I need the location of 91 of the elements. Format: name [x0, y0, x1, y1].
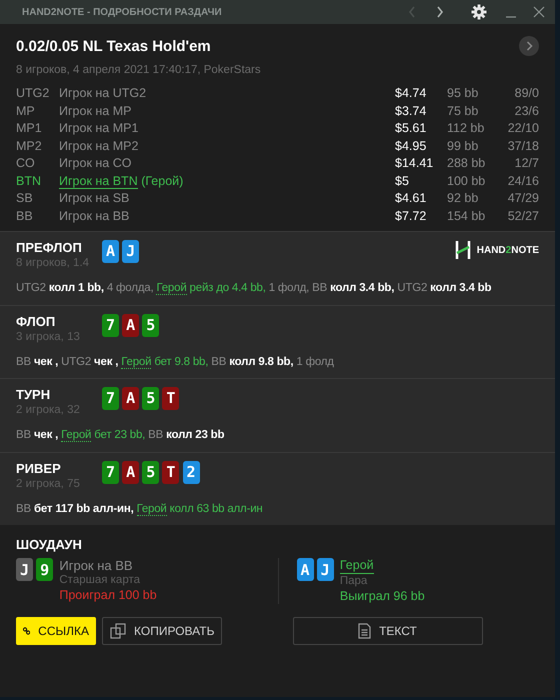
text-button[interactable]: ТЕКСТ: [292, 616, 482, 645]
hand-subtitle: 8 игроков, 4 апреля 2021 17:40:17, PokerStars: [16, 62, 261, 78]
stack-amount: $5: [395, 174, 409, 188]
action-line: BB чек , UTG2 чек , Герой бет 9.8 bb, BB колл 9.8 bb, 1 фолд: [16, 354, 335, 371]
player-name: Игрок на CO: [59, 156, 132, 170]
playing-card: A: [102, 240, 119, 264]
player-stats: 89/0: [514, 86, 539, 100]
stack-amount: $4.74: [395, 86, 426, 100]
playing-card: 7: [102, 387, 119, 410]
playing-card: J: [16, 558, 33, 582]
showdown-title: ШОУДАУН: [16, 537, 83, 552]
bb-amount: 95 bb: [447, 86, 478, 100]
player-name: Игрок на UTG2: [59, 86, 146, 100]
hero-link[interactable]: Герой: [121, 356, 152, 369]
player-stats: 52/27: [508, 208, 539, 223]
logo-icon: [454, 240, 471, 260]
position-label: BTN: [16, 172, 42, 190]
street-name: ПРЕФЛОП: [16, 240, 83, 256]
window-title: HAND2NOTE - ПОДРОБНОСТИ РАЗДАЧИ: [22, 6, 223, 20]
player-stats: 24/16: [508, 174, 539, 188]
stack-amount: $4.95: [395, 138, 426, 153]
logo-text: HAND2NOTE: [476, 244, 539, 258]
hand-rank: Пара: [340, 574, 368, 590]
copy-icon: [110, 622, 126, 639]
position-label: MP: [16, 102, 36, 120]
position-label: MP2: [16, 138, 43, 155]
player-name: Игрок на MP1: [59, 121, 138, 136]
bb-amount: 75 bb: [447, 104, 478, 118]
playing-card: T: [162, 460, 180, 484]
playing-card: A: [122, 314, 140, 337]
playing-card: 5: [142, 314, 160, 337]
playing-card: A: [122, 387, 140, 410]
result-text: Проиграл 100 bb: [59, 588, 157, 604]
hero-link[interactable]: Герой: [156, 282, 187, 296]
player-stats: 22/10: [508, 121, 539, 136]
stack-amount: $4.61: [395, 191, 426, 206]
playing-card: T: [162, 387, 180, 410]
player-stats: 23/6: [514, 104, 539, 118]
position-label: CO: [16, 155, 36, 172]
player-name: Игрок на SB: [59, 191, 130, 206]
hero-note: (Герой): [141, 174, 184, 188]
playing-card: 9: [36, 558, 54, 582]
copy-button[interactable]: КОПИРОВАТЬ: [102, 616, 222, 645]
stack-amount: $14.41: [395, 156, 434, 170]
stack-amount: $7.72: [395, 208, 426, 223]
bb-amount: 154 bb: [447, 208, 486, 223]
action-line: BB бет 117 bb алл-ин, Герой колл 63 bb алл-ин: [16, 502, 264, 518]
next-icon[interactable]: [519, 36, 539, 56]
action-line: BB чек , Герой бет 23 bb, BB колл 23 bb: [16, 428, 226, 444]
stack-amount: $3.74: [395, 104, 426, 118]
action-line: UTG2 колл 1 bb, 4 фолда, Герой рейз до 4.4 bb, 1 фолд, BB колл 3.4 bb, UTG2 колл 3.4 bb: [16, 281, 492, 298]
bb-amount: 100 bb: [447, 174, 486, 188]
player-link[interactable]: Игрок на BTN: [59, 174, 138, 189]
playing-card: A: [122, 460, 140, 484]
result-text: Выиграл 96 bb: [340, 589, 425, 604]
playing-card: 7: [102, 314, 119, 337]
close-icon[interactable]: [533, 6, 545, 18]
playing-card: A: [296, 558, 314, 582]
player-stats: 12/7: [514, 156, 539, 170]
street-name: ФЛОП: [16, 314, 56, 329]
document-icon: [358, 622, 372, 639]
position-label: MP1: [16, 120, 43, 138]
position-label: UTG2: [16, 85, 50, 102]
playing-card: 5: [142, 387, 160, 410]
settings-icon[interactable]: [470, 4, 486, 20]
bb-amount: 99 bb: [447, 138, 478, 153]
player-name: Игрок на MP: [59, 104, 132, 118]
playing-card: 2: [182, 460, 200, 484]
hero-link[interactable]: Герой: [61, 429, 92, 442]
playing-card: 5: [142, 460, 160, 484]
hero-link[interactable]: Герой: [136, 502, 167, 516]
bb-amount: 92 bb: [447, 191, 478, 206]
street-name: РИВЕР: [16, 460, 62, 476]
player-name: Игрок на MP2: [59, 138, 138, 153]
player-name: Игрок на BB: [59, 558, 134, 574]
playing-card: J: [122, 240, 140, 264]
player-name: Игрок на BB: [59, 208, 130, 223]
hand-rank: Старшая карта: [59, 573, 142, 588]
hand-title: 0.02/0.05 NL Texas Hold'em: [16, 37, 212, 57]
player-stats: 37/18: [508, 138, 539, 153]
player-stats: 47/29: [508, 191, 539, 206]
street-name: ТУРН: [16, 387, 52, 402]
playing-card: 7: [102, 460, 119, 484]
position-label: SB: [16, 190, 34, 208]
stack-amount: $5.61: [395, 121, 426, 136]
link-button[interactable]: ССЫЛКА: [16, 616, 96, 645]
bb-amount: 288 bb: [447, 156, 486, 170]
playing-card: J: [316, 558, 334, 582]
bb-amount: 112 bb: [447, 121, 484, 136]
hero-link[interactable]: Герой: [340, 558, 374, 574]
position-label: BB: [16, 208, 34, 225]
